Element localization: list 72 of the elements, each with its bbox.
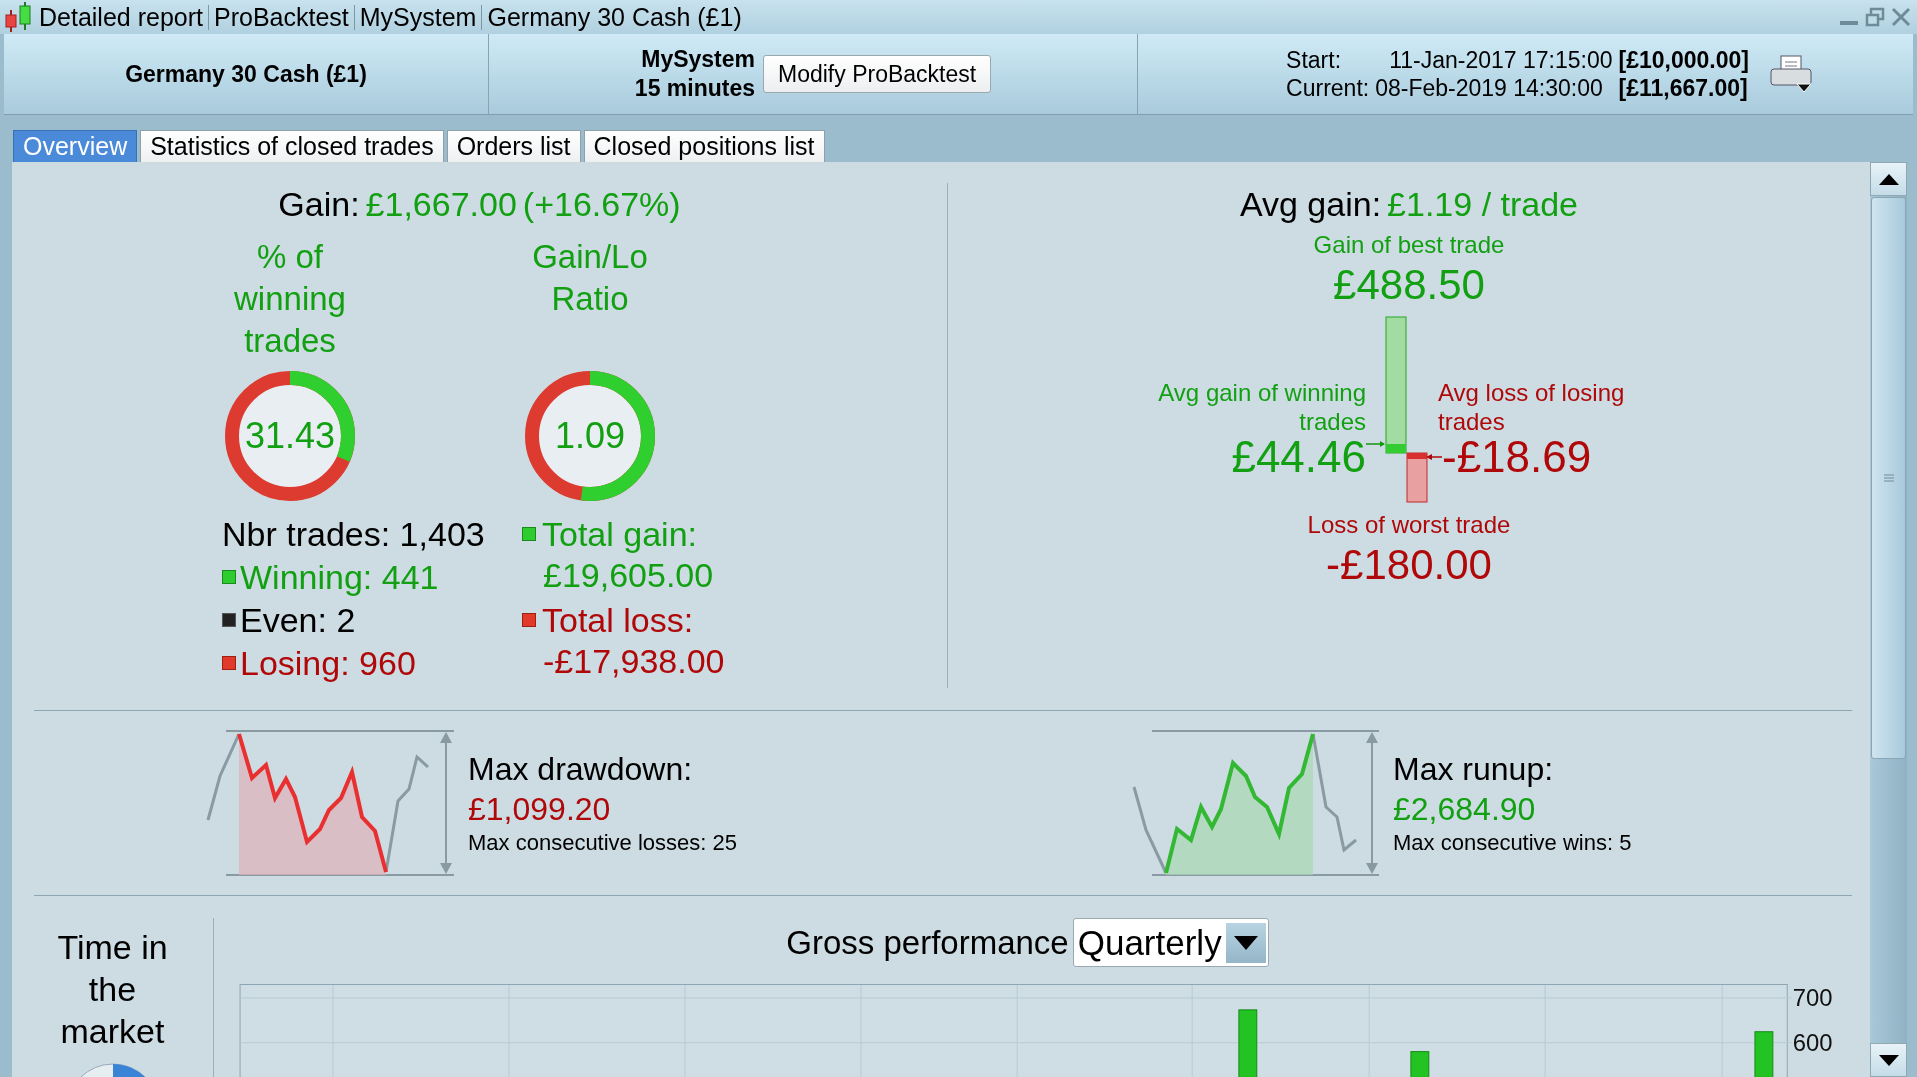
legend-square [222,569,236,584]
legend-square [522,612,536,627]
scroll-down-button[interactable] [1870,1043,1907,1077]
avg-gain-value: £1.19 / trade [1387,184,1579,225]
up-arrow-icon [1878,173,1899,185]
worst-trade-label: Loss of worst trade [1307,510,1511,540]
grip-icon [1883,474,1894,482]
window-title: Detailed report [38,4,204,30]
trade-count: Winning: 441 [240,556,439,597]
axis-label: 700 [1792,983,1833,1011]
avg-losing-value: -£18.69 [1442,436,1592,478]
caret-icon [1225,922,1266,963]
start-label: Start: [1286,46,1343,74]
gauge-title: % of winning trades [233,237,347,361]
total-value: £19,605.00 [542,555,715,596]
legend-square [522,526,536,541]
instrument-name: Germany 30 Cash (£1) [125,59,367,89]
current-capital: [£11,667.00] [1618,74,1749,102]
extreme-title: Max drawdown: [468,750,694,789]
extreme-detail: Max consecutive wins: 5 [1393,829,1632,857]
trade-count: Even: 2 [240,599,356,640]
start-capital: [£10,000.00] [1618,46,1749,74]
current-label: Current: [1286,74,1370,102]
scrollbar[interactable] [1870,162,1907,1077]
extreme-value: £1,099.20 [468,790,612,829]
best-trade-value: £488.50 [1333,260,1485,310]
extreme-detail: Max consecutive losses: 25 [468,829,738,857]
best-trade-label: Gain of best trade [1313,230,1505,260]
trade-count: Losing: 960 [240,642,416,683]
trade-count: Nbr trades: 1,403 [222,513,485,554]
avg-gain-label: Avg gain: [1239,184,1382,225]
total-label: Total loss: [542,599,694,640]
tab[interactable]: Orders list [446,130,581,162]
printer-icon[interactable] [1769,54,1813,94]
worst-trade-value: -£180.00 [1326,540,1492,590]
total-value: -£17,938.00 [542,641,725,682]
gauge-title: Gain/Lo Ratio [531,237,649,319]
window-title: ProBacktest [208,4,354,30]
extreme-title: Max runup: [1393,750,1555,789]
avg-winning-value: £44.46 [1231,436,1366,478]
performance-title: Gross performance [786,923,1069,963]
window-title: Germany 30 Cash (£1) [481,4,747,30]
scroll-up-button[interactable] [1870,162,1907,196]
tab[interactable]: Overview [13,130,138,162]
restore-icon[interactable] [1865,7,1885,27]
gauge-value: 1.09 [554,414,626,458]
system-name: MySystem [641,45,755,74]
down-arrow-icon [1878,1054,1899,1066]
modify-probacktest-button[interactable]: Modify ProBacktest [763,55,992,93]
time-in-market-title: Time in the market [56,927,169,1052]
legend-square [222,612,236,627]
timeframe-text: 15 minutes [634,74,755,103]
avg-winning-label: Avg gain of winning trades [1157,378,1366,436]
gain-percent: (+16.67%) [522,184,681,225]
tab[interactable]: Closed positions list [583,130,825,162]
legend-square [222,655,236,670]
current-date: 08-Feb-2019 14:30:00 [1375,74,1604,102]
total-label: Total gain: [542,513,697,554]
avg-losing-label: Avg loss of losing trades [1438,378,1626,436]
axis-label: 600 [1792,1028,1833,1056]
tab[interactable]: Statistics of closed trades [140,130,444,162]
gain-label: Gain: [278,184,360,225]
gain-value: £1,667.00 [365,184,517,225]
start-date: 11-Jan-2017 17:15:00 [1388,46,1613,74]
close-icon[interactable] [1891,7,1911,27]
scroll-thumb[interactable] [1871,197,1906,759]
window-title: MySystem [353,4,482,30]
period-dropdown[interactable]: Quarterly [1072,918,1269,968]
gauge-value: 31.43 [244,414,336,458]
extreme-value: £2,684.90 [1393,790,1537,829]
leader-arrow-icon [1426,453,1442,461]
candlestick-icon [4,2,34,32]
